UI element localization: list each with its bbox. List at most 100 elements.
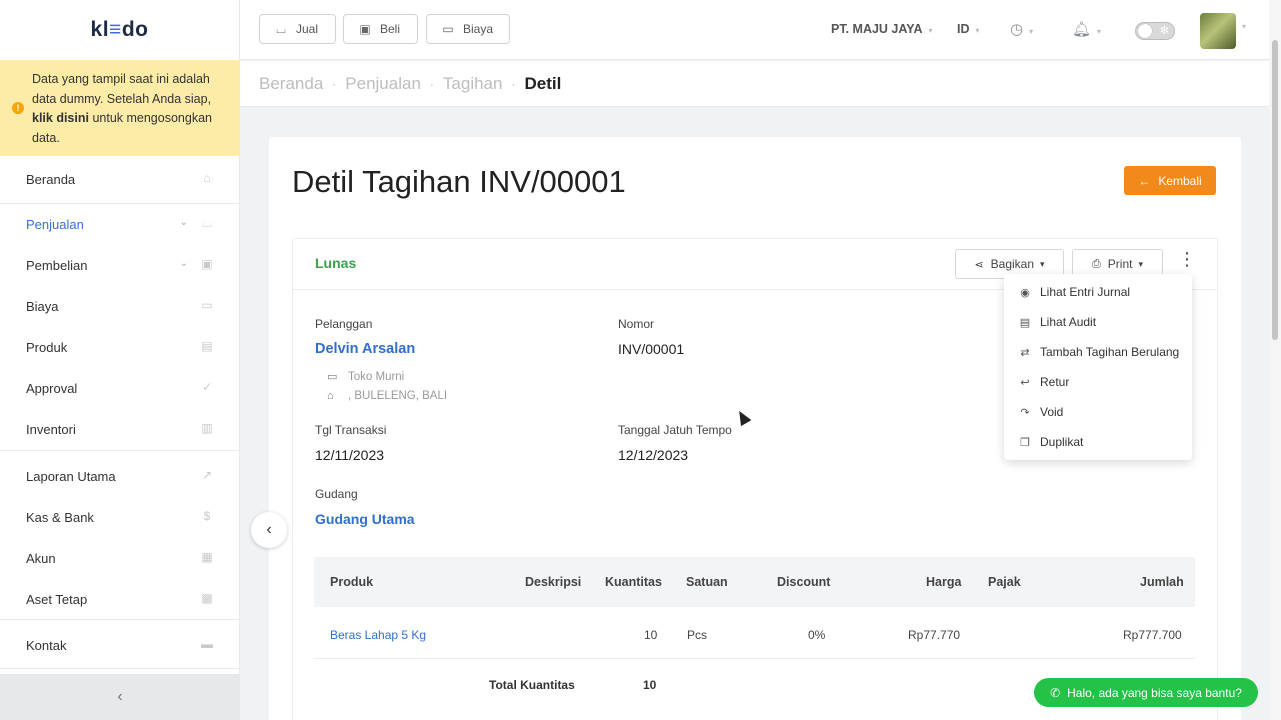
void-icon: ↷: [1020, 406, 1030, 419]
logo-mark: ≡: [109, 18, 122, 41]
repeat-icon: ⇄: [1020, 346, 1030, 359]
breadcrumb-sales[interactable]: Penjualan: [345, 74, 421, 94]
menu-item-void[interactable]: ↷ Void: [1004, 397, 1192, 427]
th-amount: Jumlah: [1140, 575, 1184, 589]
row-price: Rp77.770: [908, 628, 961, 642]
customer-link[interactable]: Delvin Arsalan: [315, 341, 415, 357]
sidebar-item-label: Akun: [26, 550, 56, 566]
due-date-label: Tanggal Jatuh Tempo: [618, 423, 732, 437]
theme-toggle[interactable]: ✻: [1135, 22, 1175, 40]
beli-button[interactable]: ▣ Beli: [343, 14, 418, 44]
sidebar-item-penjualan[interactable]: Penjualan ⌄ ⌴: [0, 204, 240, 244]
menu-item-label: Lihat Entri Jurnal: [1040, 285, 1131, 299]
sidebar-item-produk[interactable]: Produk ▤: [0, 327, 240, 367]
customer-company: ▭ Toko Murni: [327, 370, 404, 383]
share-icon: ⋖: [974, 258, 984, 271]
check-icon: ✓: [201, 380, 213, 394]
breadcrumb-separator: ·: [511, 76, 516, 91]
sidebar-item-approval[interactable]: Approval ✓: [0, 368, 240, 408]
jual-button[interactable]: ⌴ Jual: [259, 14, 336, 44]
sidebar-item-laporan-utama[interactable]: Laporan Utama ↗: [0, 456, 240, 496]
invoice-number: INV/00001: [618, 341, 685, 357]
th-discount: Discount: [777, 575, 831, 589]
sidebar-item-label: Penjualan: [26, 216, 84, 232]
app-logo[interactable]: kl ≡ do: [0, 0, 239, 60]
sidebar-item-aset-tetap[interactable]: Aset Tetap ▩: [0, 579, 240, 619]
warehouse-label: Gudang: [315, 487, 358, 501]
th-description: Deskripsi: [525, 575, 582, 589]
menu-item-lihat-entri-jurnal[interactable]: ◉ Lihat Entri Jurnal: [1004, 277, 1192, 307]
company-name: PT. MAJU JAYA: [831, 22, 923, 36]
row-discount: 0%: [808, 628, 826, 642]
basket-icon: ⌴: [202, 216, 212, 230]
row-divider: [314, 658, 1195, 659]
scrollbar-thumb[interactable]: [1272, 40, 1278, 340]
biaya-button[interactable]: ▭ Biaya: [426, 14, 510, 44]
company-switcher[interactable]: PT. MAJU JAYA ▾: [831, 22, 933, 36]
logo-text-right: do: [121, 18, 149, 41]
breadcrumb-separator: ·: [429, 76, 434, 91]
caret-down-icon[interactable]: ▾: [1242, 22, 1246, 31]
box-icon: ▤: [201, 339, 213, 353]
page-scrollbar[interactable]: [1269, 0, 1281, 720]
back-button[interactable]: ← Kembali: [1124, 166, 1216, 195]
menu-item-tambah-tagihan-berulang[interactable]: ⇄ Tambah Tagihan Berulang: [1004, 337, 1192, 367]
sidebar-item-beranda[interactable]: Beranda ⌂: [0, 159, 240, 199]
breadcrumb-current: Detil: [524, 73, 562, 93]
chat-support-button[interactable]: ✆ Halo, ada yang bisa saya bantu?: [1034, 678, 1258, 707]
clear-data-link[interactable]: klik disini: [32, 111, 89, 125]
breadcrumb-invoices[interactable]: Tagihan: [443, 74, 503, 94]
sun-icon: ✻: [1159, 25, 1169, 37]
menu-item-duplikat[interactable]: ❐ Duplikat: [1004, 427, 1192, 457]
sidebar-item-biaya[interactable]: Biaya ▭: [0, 286, 240, 326]
due-date: 12/12/2023: [618, 447, 689, 463]
dummy-data-notice: ! Data yang tampil saat ini adalah data …: [0, 60, 240, 156]
topbar: ⌴ Jual ▣ Beli ▭ Biaya PT. MAJU JAYA ▾ ID ▾ ◷ ▾…: [240, 0, 1281, 60]
language-switcher[interactable]: ID ▾: [957, 22, 980, 36]
logo-text-left: kl: [90, 18, 110, 41]
sidebar-item-kontak[interactable]: Kontak ▬: [0, 625, 240, 665]
clock-icon[interactable]: ◷ ▾: [1010, 20, 1033, 38]
sidebar-item-inventori[interactable]: Inventori ▥: [0, 409, 240, 449]
bag-icon: ▣: [201, 257, 213, 271]
back-circle-button[interactable]: ‹: [251, 512, 287, 548]
table-header: Produk Deskripsi Kuantitas Satuan Discou…: [314, 557, 1195, 607]
nav-divider: [0, 450, 240, 451]
building-icon: ▩: [201, 591, 213, 605]
th-quantity: Kuantitas: [605, 575, 662, 589]
bell-icon[interactable]: 🔔︎ ▾: [1072, 20, 1101, 38]
th-tax: Pajak: [988, 575, 1021, 589]
th-price: Harga: [926, 575, 962, 589]
chevron-down-icon: ⌄: [179, 217, 188, 228]
number-label: Nomor: [618, 317, 655, 331]
sidebar-collapse-button[interactable]: ‹: [0, 674, 240, 720]
warehouse-link[interactable]: Gudang Utama: [315, 511, 415, 527]
sidebar: kl ≡ do ! Data yang tampil saat ini adalah…: [0, 0, 240, 720]
share-label: Bagikan: [990, 257, 1035, 271]
breadcrumb-home[interactable]: Beranda: [259, 74, 323, 94]
more-options-menu: ◉ Lihat Entri Jurnal ▤ Lihat Audit ⇄ Tambah T…: [1004, 274, 1192, 460]
sidebar-item-pembelian[interactable]: Pembelian ⌄ ▣: [0, 245, 240, 285]
caret-down-icon: ▾: [975, 26, 980, 35]
chevron-down-icon: ⌄: [179, 258, 188, 269]
sidebar-item-akun[interactable]: Akun ▦: [0, 538, 240, 578]
arrow-left-icon: ←: [1138, 173, 1151, 188]
warehouse-icon: ▥: [201, 421, 213, 435]
menu-item-label: Lihat Audit: [1040, 315, 1097, 329]
menu-item-lihat-audit[interactable]: ▤ Lihat Audit: [1004, 307, 1192, 337]
basket-icon: ⌴: [276, 21, 286, 36]
sidebar-item-kas-bank[interactable]: Kas & Bank $: [0, 497, 240, 537]
row-unit: Pcs: [687, 628, 708, 642]
ledger-icon: ▦: [201, 550, 213, 564]
card-icon: ▭: [442, 22, 454, 36]
more-options-icon[interactable]: ⋮: [1178, 249, 1196, 269]
breadcrumb-separator: ·: [332, 76, 337, 91]
print-label: Print: [1107, 257, 1133, 271]
chevron-down-icon: ▾: [1138, 258, 1144, 269]
printer-icon: ⎙: [1091, 257, 1101, 270]
avatar[interactable]: [1200, 13, 1236, 49]
th-product: Produk: [330, 575, 374, 589]
card-icon: ▭: [201, 298, 213, 312]
menu-item-retur[interactable]: ↩ Retur: [1004, 367, 1192, 397]
product-link[interactable]: Beras Lahap 5 Kg: [330, 628, 426, 642]
